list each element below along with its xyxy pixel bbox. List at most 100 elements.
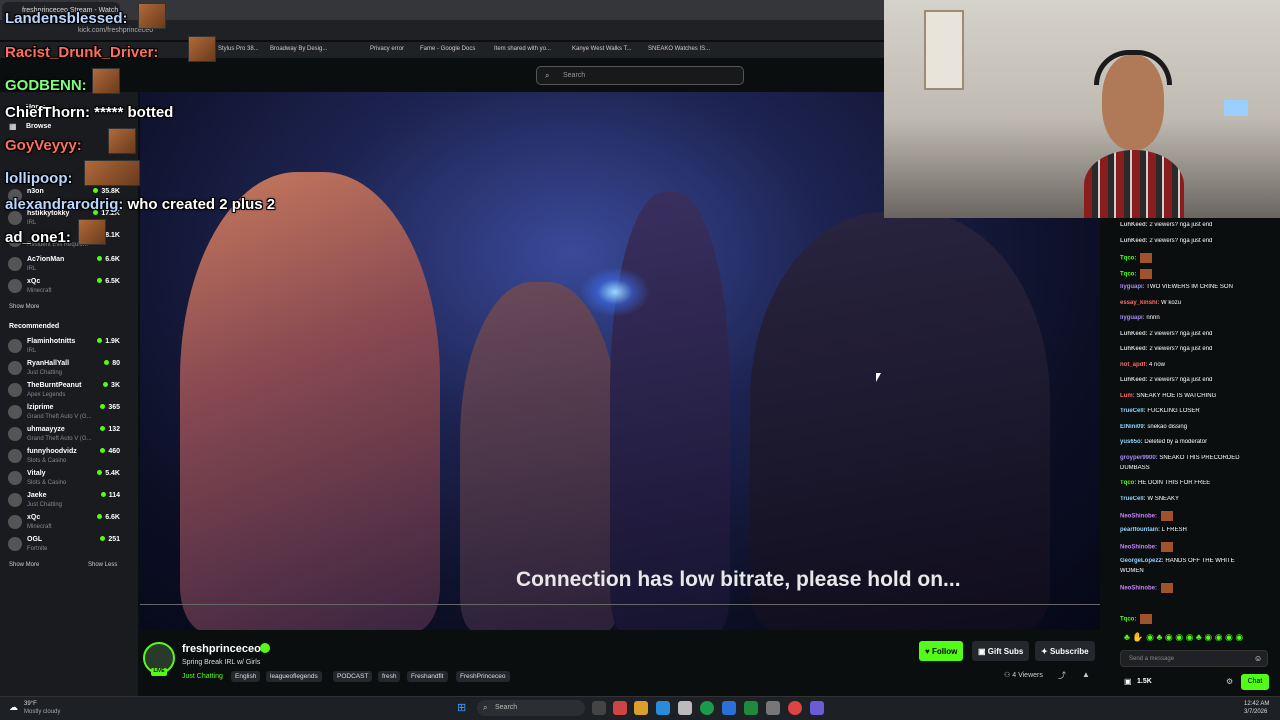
chat-username[interactable]: Tqco: [1120,617,1136,623]
viewer-count: 80 [104,360,120,367]
folder-icon[interactable] [634,701,648,715]
chat-username[interactable]: yus65o: [1120,439,1143,445]
chat-users-icon[interactable]: ▣ [1124,677,1132,686]
app-icon[interactable] [766,701,780,715]
chat-username[interactable]: groyper9900: [1120,455,1158,461]
emote-icon [84,160,140,186]
stream-tag[interactable]: PODCAST [333,671,373,682]
chat-username[interactable]: LuhKeed: [1120,377,1148,383]
sidebar-channel[interactable]: RyanHallYall Just Chatting 80 [0,358,138,380]
taskbar-search[interactable]: ⌕ Search [477,700,585,716]
chat-username[interactable]: not_apdf: [1120,362,1147,368]
word-icon[interactable] [722,701,736,715]
discord-icon[interactable] [810,701,824,715]
share-icon[interactable]: ⤴ [1058,670,1066,681]
chat-username[interactable]: LuhKeed: [1120,346,1148,352]
sidebar-channel[interactable]: Flaminhotnitts IRL 1.9K [0,336,138,358]
chat-message: TrueCell: W SNEAKY [1120,496,1278,502]
sidebar-channel[interactable]: funnyhoodvidz Slots & Casino 460 [0,446,138,468]
emoji-icon[interactable]: ☺ [1254,654,1262,663]
bookmark[interactable]: Fame - Google Docs [420,46,475,52]
chat-username[interactable]: liyguapi: [1120,315,1145,321]
chat-username[interactable]: GeorgeLopez2: [1120,558,1164,564]
sidebar-channel[interactable]: xQc Minecraft 6.5K [0,276,138,298]
bookmark[interactable]: Privacy error [370,46,404,52]
avatar [8,383,22,397]
show-less-link[interactable]: Show Less [88,562,117,568]
bookmark[interactable]: Stylus Pro 38... [218,46,259,52]
sidebar-channel[interactable]: uhmaayyze Grand Theft Auto V (G... 132 [0,424,138,446]
show-more-link[interactable]: Show More [9,562,39,568]
channel-category: Grand Theft Auto V (G... [27,414,92,420]
gift-label: Gift Subs [987,647,1024,656]
bookmark[interactable]: SNEAKO Watches IS... [648,46,710,52]
bookmark[interactable]: Item shared with yo... [494,46,551,52]
stream-tag[interactable]: English [231,671,261,682]
channel-category: Slots & Casino [27,480,67,486]
chat-username[interactable]: NeoShinobe: [1120,545,1157,551]
chat-input[interactable]: Send a message [1120,650,1268,667]
chat-send-button[interactable]: Chat [1241,674,1269,690]
channel-name: RyanHallYall [27,360,70,367]
stream-tag[interactable]: fresh [378,671,401,682]
excel-icon[interactable] [744,701,758,715]
settings-icon[interactable]: ⚙ [1226,677,1233,686]
sidebar-channel[interactable]: OGL Fortnite 251 [0,534,138,556]
chat-username[interactable]: LuhKeed: [1120,238,1148,244]
chat-username[interactable]: Lum: [1120,393,1135,399]
store-icon[interactable] [678,701,692,715]
follow-button[interactable]: ♥ Follow [919,641,964,661]
live-dot-icon [97,514,103,519]
show-more-link[interactable]: Show More [9,304,39,310]
progress-bar[interactable] [140,604,1100,605]
weather-temp: 39°F [24,701,37,707]
chat-message: LuhKeed: 2 viewers? nga just end [1120,238,1278,244]
chat-message: Tqco: [1120,268,1278,279]
viewers-label: 4 Viewers [1012,672,1043,679]
chat-username[interactable]: liyguapi: [1120,284,1145,290]
edge-icon[interactable] [656,701,670,715]
follow-label: Follow [931,647,958,656]
chat-username[interactable]: Tqco: [1120,480,1136,486]
chat-message: liyguapi: nnnn [1120,315,1278,321]
chat-username[interactable]: NeoShinobe: [1120,514,1157,520]
sidebar-item-browse[interactable]: Browse [26,123,51,130]
search-input[interactable]: ⌕ Search [536,66,744,85]
stream-tag[interactable]: Freshandfit [407,671,448,682]
stream-tag[interactable]: leagueoflegends [266,671,322,682]
sidebar-channel[interactable]: Vitaly Slots & Casino 5.4K [0,468,138,490]
viewer-count: 132 [100,426,120,433]
sidebar-channel[interactable]: TheBurntPeanut Apex Legends 3K [0,380,138,402]
gift-subs-button[interactable]: ▣ Gift Subs [972,641,1030,661]
subscribe-label: Subscribe [1049,647,1089,656]
chat-username[interactable]: NeoShinobe: [1120,586,1157,592]
bookmark[interactable]: Kanye West Walks T... [572,46,632,52]
chat-username[interactable]: pearlfountain: [1120,527,1160,533]
sidebar-channel[interactable]: Ac7ionMan IRL 6.6K [0,254,138,276]
stream-category[interactable]: Just Chatting [182,673,223,680]
chat-username[interactable]: LuhKeed: [1120,331,1148,337]
live-dot-icon [100,426,106,431]
app-icon[interactable] [788,701,802,715]
chat-username[interactable]: Tqco: [1120,271,1136,277]
chat-username[interactable]: Tqco: [1120,256,1136,262]
avatar [8,449,22,463]
sidebar-channel[interactable]: lziprime Grand Theft Auto V (G... 365 [0,402,138,424]
start-icon[interactable]: ⊞ [457,701,466,714]
bookmark[interactable]: Broadway By Desig... [270,46,327,52]
chat-username[interactable]: TrueCell: [1120,496,1146,502]
chat-username[interactable]: ElNini09: [1120,424,1146,430]
subscribe-button[interactable]: ✦ Subscribe [1035,641,1095,661]
emote-bar[interactable]: ♣ ✋ ◉ ♣ ◉ ◉ ◉ ♣ ◉ ◉ ◉ ◉ [1124,632,1268,644]
chrome-icon[interactable] [700,701,714,715]
stream-tag[interactable]: FreshPrinceceo [456,671,510,682]
chat-username[interactable]: LuhKeed: [1120,222,1148,228]
streamer-name[interactable]: freshprinceceo [182,643,261,655]
sidebar-channel[interactable]: Jaeke Just Chatting 114 [0,490,138,512]
task-view-icon[interactable] [592,701,606,715]
chat-username[interactable]: essay_kinshi: [1120,300,1159,306]
chat-username[interactable]: TrueCell: [1120,408,1146,414]
report-icon[interactable]: ▲ [1082,670,1090,679]
sidebar-channel[interactable]: xQc Minecraft 6.6K [0,512,138,534]
app-icon[interactable] [613,701,627,715]
